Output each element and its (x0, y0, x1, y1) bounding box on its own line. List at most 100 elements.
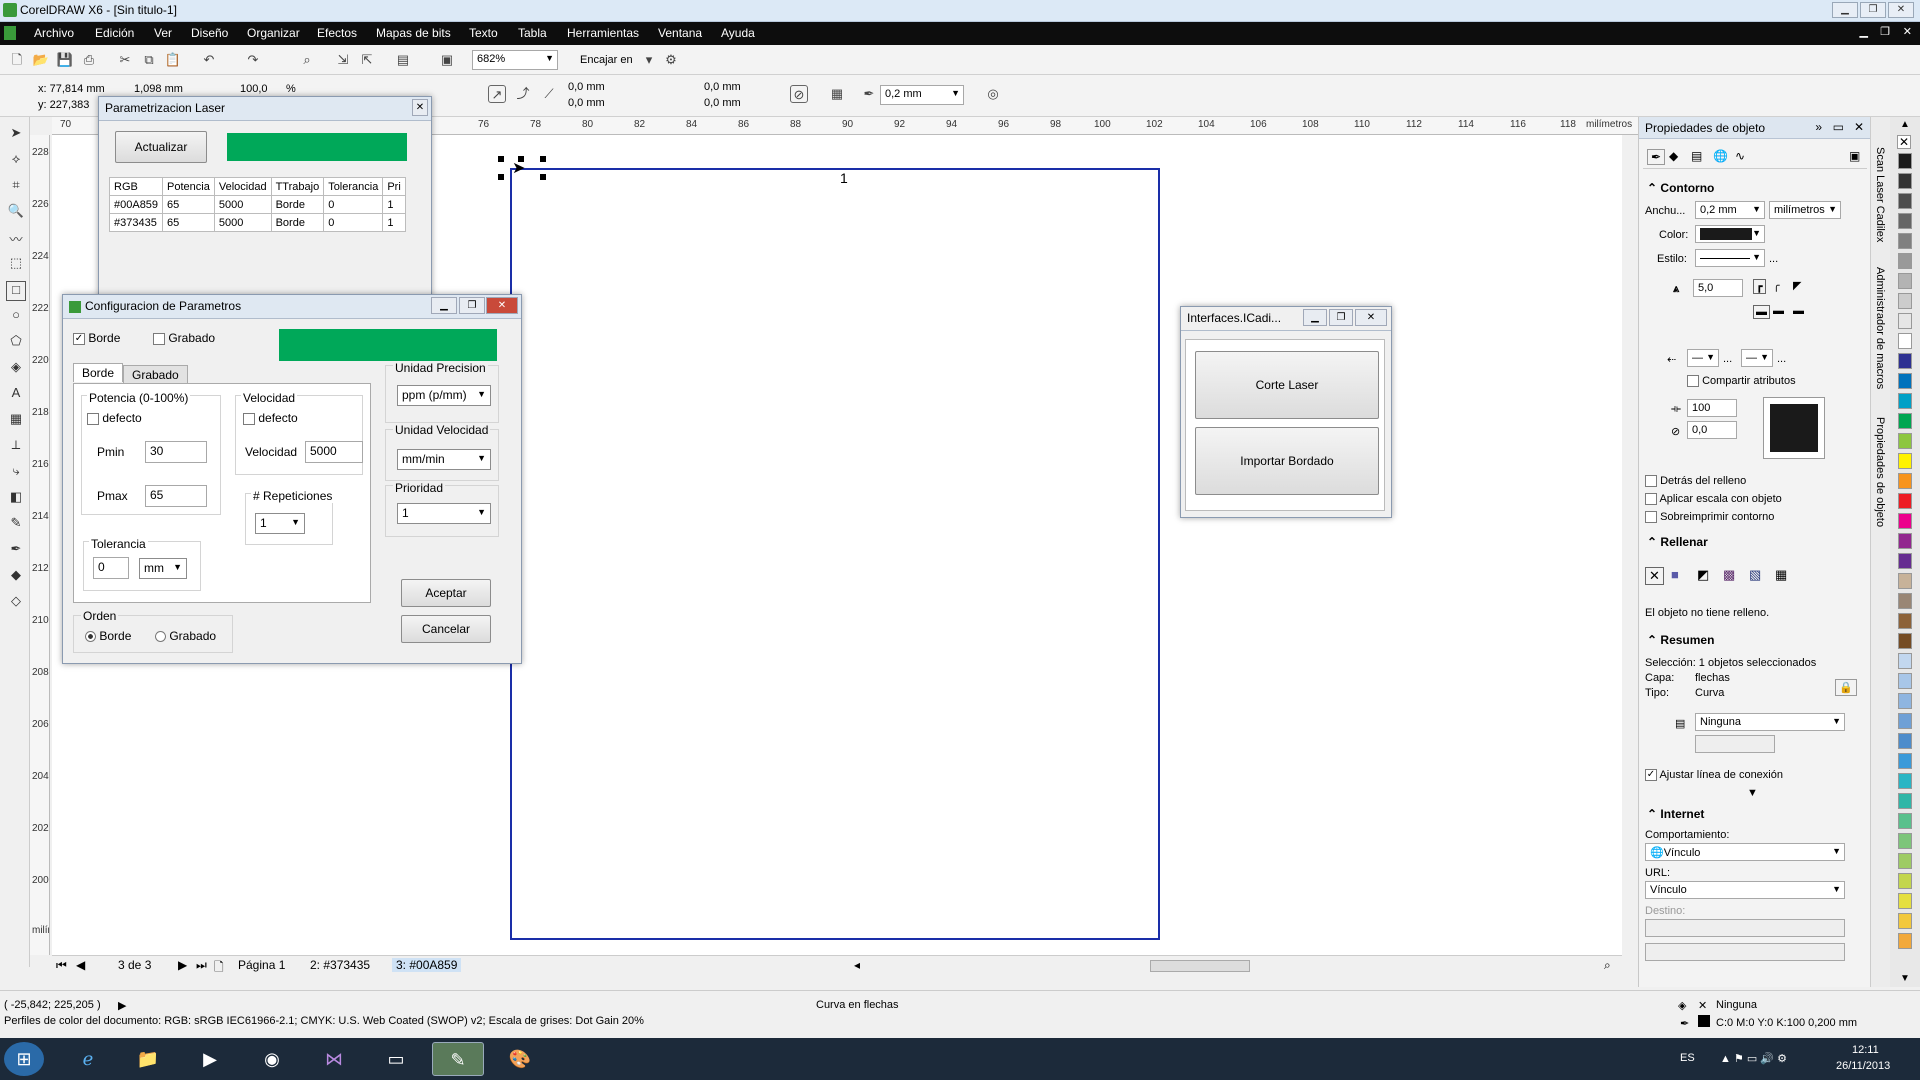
repeticiones-select[interactable]: 1 ▼ (255, 513, 305, 534)
zoom-level-combo[interactable]: 682% ▼ (472, 50, 558, 70)
internet-explorer-icon[interactable]: ℯ (62, 1042, 114, 1076)
more-options-icon[interactable]: ... (1769, 253, 1778, 265)
selection-handle[interactable] (540, 156, 546, 162)
wrap-text-icon[interactable]: ▦ (828, 85, 846, 103)
language-indicator[interactable]: ES (1680, 1052, 1695, 1064)
palette-swatch[interactable] (1898, 793, 1912, 809)
minimize-button[interactable]: ▁ (1832, 2, 1858, 18)
palette-swatch[interactable] (1898, 653, 1912, 669)
polygon-tool-icon[interactable]: ⬠ (6, 333, 26, 353)
menu-herramientas[interactable]: Herramientas (567, 26, 639, 40)
palette-swatch[interactable] (1898, 273, 1912, 289)
cap-square-icon[interactable]: ▬ (1793, 305, 1804, 317)
corner-round-icon[interactable]: ╭ (1773, 279, 1780, 292)
palette-swatch[interactable] (1898, 333, 1912, 349)
first-page-icon[interactable]: ⏮ (52, 958, 71, 973)
column-header[interactable]: Velocidad (213, 177, 272, 196)
redo-icon[interactable]: ↷ (244, 51, 262, 69)
minimize-icon[interactable]: ▭ (1833, 120, 1844, 134)
offset-1[interactable]: 0,0 mm (568, 81, 605, 93)
tab-pagina-1[interactable]: Página 1 (234, 958, 289, 972)
copy-icon[interactable]: ⧉ (140, 51, 158, 69)
tab-scan-laser[interactable]: Scan Laser Cadilex (1874, 147, 1886, 242)
coreldraw-taskbar-icon[interactable]: ✎ (432, 1042, 484, 1076)
wrap-offset-input[interactable] (1695, 735, 1775, 753)
tab-page-2[interactable]: 2: #373435 (306, 958, 374, 972)
corner-miter-icon[interactable]: ┏ (1753, 279, 1766, 294)
last-page-icon[interactable]: ⏭ (192, 958, 211, 973)
aceptar-button[interactable]: Aceptar (401, 579, 491, 607)
orden-borde-radio[interactable]: Borde (85, 629, 131, 643)
clock-time[interactable]: 12:11 (1852, 1044, 1879, 1056)
more-options-icon[interactable]: ... (1777, 353, 1786, 365)
palette-swatch[interactable] (1898, 413, 1912, 429)
palette-swatch[interactable] (1898, 853, 1912, 869)
auto-close-icon[interactable]: ⊘ (790, 85, 808, 103)
tab-page-3[interactable]: 3: #00A859 (392, 958, 462, 972)
blend-tool-icon[interactable]: ◧ (6, 489, 26, 509)
palette-swatch[interactable] (1898, 833, 1912, 849)
doc-close-icon[interactable]: ✕ (1903, 25, 1912, 38)
options-icon[interactable]: ⚙ (662, 51, 680, 69)
fill-tab-icon[interactable]: ◆ (1669, 149, 1678, 163)
sobreimprimir-checkbox[interactable]: Sobreimprimir contorno (1645, 511, 1774, 524)
menu-texto[interactable]: Texto (469, 26, 498, 40)
outline-width-select[interactable]: 0,2 mm ▼ (1695, 201, 1765, 219)
doc-minimize-icon[interactable]: ▁ (1860, 25, 1868, 38)
extra-field[interactable] (1645, 943, 1845, 961)
offset-3[interactable]: 0,0 mm (704, 81, 741, 93)
outline-tool-icon[interactable]: ✒ (6, 541, 26, 561)
horizontal-scrollbar-thumb[interactable] (1150, 960, 1250, 972)
status-arrow-icon[interactable]: ▶ (118, 999, 126, 1012)
tab-borde[interactable]: Borde (73, 363, 124, 382)
dimension-tool-icon[interactable]: ⟂ (6, 437, 26, 457)
summary-tab-icon[interactable]: ▤ (1691, 149, 1702, 163)
maximize-icon[interactable]: ❐ (459, 297, 485, 314)
basic-shapes-icon[interactable]: ◈ (6, 359, 26, 379)
maximize-icon[interactable]: ❐ (1329, 309, 1353, 326)
scale-value[interactable]: 100,0 (240, 83, 268, 95)
close-icon[interactable]: ✕ (1355, 309, 1387, 326)
selection-handle[interactable] (498, 156, 504, 162)
more-options-icon[interactable]: ... (1723, 353, 1732, 365)
palette-swatch[interactable] (1898, 733, 1912, 749)
table-row[interactable]: #373435 65 5000 Borde 0 1 (108, 213, 406, 232)
fountain-fill-icon[interactable]: ◩ (1697, 567, 1709, 583)
print-icon[interactable]: ⎙ (80, 51, 98, 69)
outline-tab-icon[interactable]: ✒ (1647, 149, 1666, 165)
zoom-fit-icon[interactable]: ⌕ (1600, 958, 1615, 973)
expand-chevron-icon[interactable]: ▼ (1747, 787, 1758, 799)
snap-dropdown-icon[interactable]: ▾ (640, 51, 658, 69)
cap-butt-icon[interactable]: ▬ (1753, 305, 1770, 319)
menu-edicion[interactable]: Edición (95, 26, 134, 40)
width-value[interactable]: 1,098 mm (134, 83, 183, 95)
wrap-select[interactable]: Ninguna ▼ (1695, 713, 1845, 731)
palette-swatch[interactable] (1898, 613, 1912, 629)
palette-swatch[interactable] (1898, 253, 1912, 269)
palette-swatch[interactable] (1898, 353, 1912, 369)
potencia-defecto-checkbox[interactable]: defecto (87, 411, 142, 425)
menu-organizar[interactable]: Organizar (247, 26, 300, 40)
table-row[interactable]: #00A859 65 5000 Borde 0 1 (108, 195, 406, 214)
palette-swatch[interactable] (1898, 913, 1912, 929)
export-icon[interactable]: ⇱ (358, 51, 376, 69)
clock-date[interactable]: 26/11/2013 (1836, 1060, 1890, 1072)
units-select[interactable]: milímetros ▼ (1769, 201, 1841, 219)
velocidad-input[interactable]: 5000 (305, 441, 363, 463)
menu-archivo[interactable]: Archivo (34, 26, 74, 40)
column-header[interactable]: RGB (108, 177, 164, 196)
palette-swatch[interactable] (1898, 293, 1912, 309)
line-style-select[interactable]: ▼ (1695, 249, 1765, 267)
palette-swatch[interactable] (1898, 933, 1912, 949)
visual-studio-icon[interactable]: ⋈ (308, 1042, 360, 1076)
fill-tool-icon[interactable]: ◆ (6, 567, 26, 587)
internet-section-header[interactable]: ⌃ Internet (1647, 807, 1704, 821)
tolerancia-unit-select[interactable]: mm ▼ (139, 558, 187, 579)
corner-bevel-icon[interactable]: ◤ (1793, 279, 1801, 292)
prioridad-select[interactable]: 1 ▼ (397, 503, 491, 524)
offset-4[interactable]: 0,0 mm (704, 97, 741, 109)
palette-swatch[interactable] (1898, 893, 1912, 909)
line-icon[interactable]: ⟋ (540, 85, 558, 103)
menu-ventana[interactable]: Ventana (658, 26, 702, 40)
shape-tool-icon[interactable]: ⟡ (6, 151, 26, 171)
